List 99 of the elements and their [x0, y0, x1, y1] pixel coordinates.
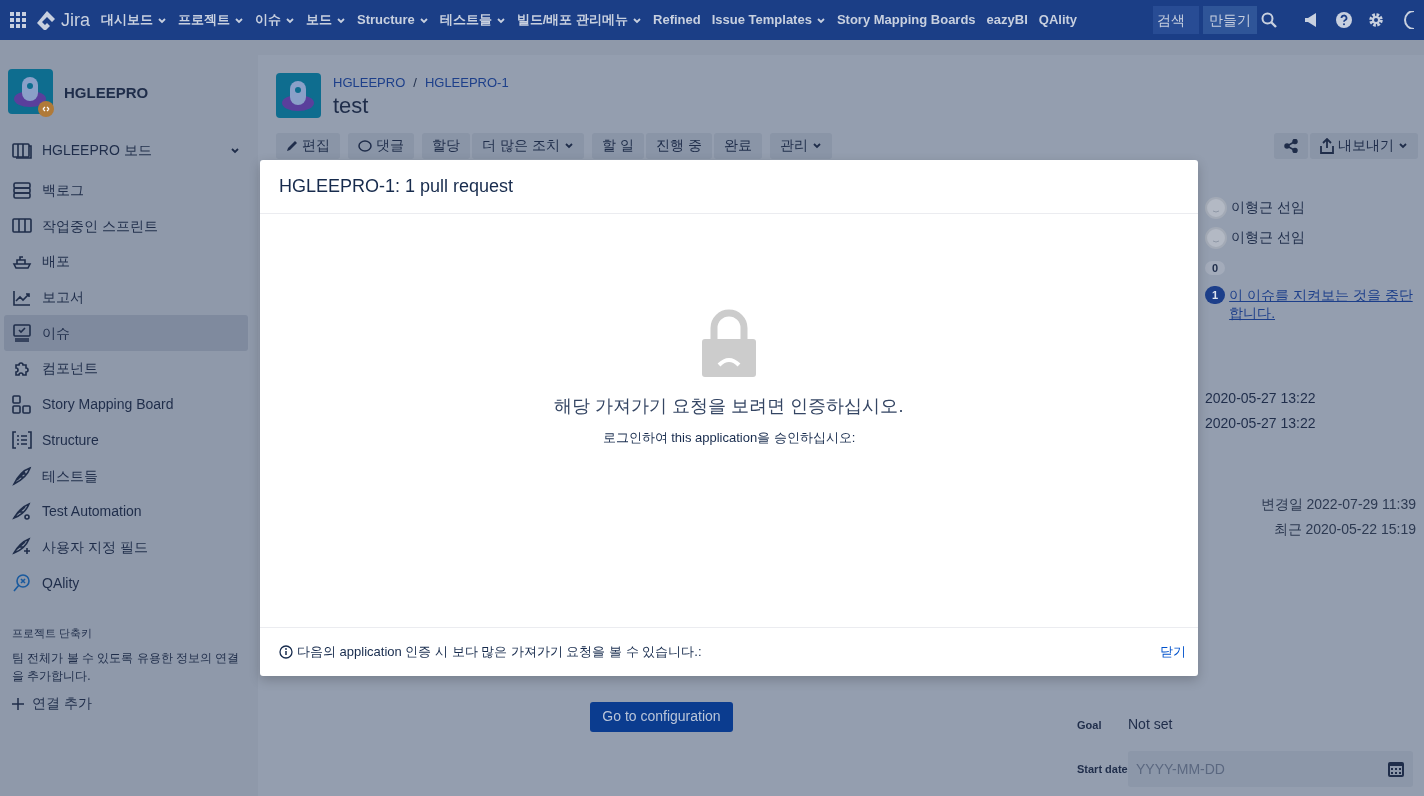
nav-menu-item[interactable]: 보드: [306, 10, 346, 30]
list-icon: [12, 430, 32, 451]
caret-icon: [234, 15, 244, 25]
modal-title: HGLEEPRO-1: 1 pull request: [260, 160, 1198, 214]
toolbar-button[interactable]: 할당: [422, 132, 470, 159]
toolbar-button[interactable]: 더 많은 조치: [472, 132, 584, 159]
modal-footer-text: 다음의 application 인증 시 보다 많은 가져가기 요청을 볼 수 있습니다.:: [297, 643, 702, 662]
caret-icon: [495, 15, 506, 25]
sidebar-item[interactable]: 보고서: [4, 279, 248, 316]
lock-icon: [702, 309, 756, 377]
date-value: 2020-05-27 13:22: [1205, 414, 1317, 434]
nav-menu-item[interactable]: Structure: [357, 10, 429, 30]
watch-link[interactable]: 이 이슈를 지켜보는 것을 중단합니다.: [1229, 285, 1416, 323]
toolbar-button[interactable]: 할 일: [591, 132, 644, 159]
share-button[interactable]: [1274, 132, 1308, 159]
configuration-button[interactable]: Go to configuration: [590, 701, 733, 732]
toolbar-button[interactable]: 편집: [276, 132, 340, 159]
caret-icon: [157, 15, 167, 25]
watcher-count: 1: [1205, 285, 1226, 305]
field-label: Start date: [1077, 762, 1128, 777]
shortcuts-heading: 프로젝트 단축키: [11, 625, 94, 641]
caret-icon: [285, 15, 295, 25]
sidebar-item[interactable]: 테스트들: [4, 458, 248, 494]
nav-menu-item[interactable]: 프로젝트: [178, 10, 244, 30]
breadcrumb-link[interactable]: HGLEEPRO-1: [424, 73, 509, 93]
sidebar-item[interactable]: QAlity: [4, 565, 248, 601]
nav-menu-item[interactable]: Story Mapping Boards: [836, 10, 976, 30]
comment-icon: [358, 139, 372, 152]
modal-message: 해당 가져가기 요청을 보려면 인증하십시오.: [554, 395, 904, 418]
nav-menu-item[interactable]: QAlity: [1038, 10, 1078, 30]
sidebar-item[interactable]: 작업중인 스프린트: [4, 208, 248, 245]
nav-menu-item[interactable]: Refined: [653, 10, 701, 30]
recent-date: 최근 2020-05-22 15:19: [1272, 520, 1416, 540]
caret-icon: [815, 15, 826, 25]
board-icon: [12, 140, 32, 161]
monitor-icon: [12, 323, 32, 344]
magnifier-icon: [12, 573, 32, 594]
caret-icon: [563, 141, 574, 151]
updated-date: 변경일 2022-07-29 11:39: [1259, 495, 1416, 515]
caret-icon: [1398, 141, 1408, 151]
project-name: HGLEEPRO: [64, 82, 149, 103]
breadcrumb-separator: /: [413, 74, 417, 92]
caret-icon: [418, 15, 429, 25]
breadcrumb-link[interactable]: HGLEEPRO: [333, 73, 406, 93]
shortcuts-description: 팀 전체가 볼 수 있도록 유용한 정보의 연결을 추가합니다.: [11, 650, 241, 686]
nav-menu-item[interactable]: Issue Templates: [711, 10, 826, 30]
modal-instruction: 로그인하여 this application을 승인하십시오:: [602, 429, 856, 447]
sidebar-item[interactable]: Structure: [4, 422, 248, 459]
close-link[interactable]: 닫기: [1160, 642, 1186, 662]
project-avatar-icon: [8, 69, 56, 117]
issue-title: test: [333, 92, 370, 119]
board-name[interactable]: HGLEEPRO 보드: [42, 140, 152, 162]
sidebar-item[interactable]: Test Automation: [4, 493, 248, 530]
add-link[interactable]: 연결 추가: [4, 693, 248, 715]
nav-menu-item[interactable]: 테스트들: [439, 10, 506, 30]
toolbar-button[interactable]: 진행 중: [645, 132, 712, 159]
share-icon: [1284, 138, 1298, 153]
search-icon[interactable]: [1261, 12, 1277, 28]
upload-icon: [1320, 137, 1334, 154]
plus-icon: [12, 697, 24, 710]
export-button[interactable]: 내보내기: [1310, 132, 1418, 159]
nav-menu-item[interactable]: 이슈: [255, 10, 295, 30]
nav-menu-item[interactable]: eazyBI: [986, 10, 1028, 30]
search-field[interactable]: 검색: [1153, 6, 1199, 34]
vote-count: 0: [1205, 260, 1226, 275]
feather-icon: [12, 501, 32, 522]
field-value: Not set: [1128, 715, 1173, 735]
sidebar-item[interactable]: Story Mapping Board: [4, 386, 248, 423]
sidebar-item[interactable]: 이슈: [4, 315, 248, 352]
settings-icon[interactable]: [1368, 12, 1384, 28]
toolbar-button[interactable]: 관리: [769, 132, 832, 159]
calendar-icon[interactable]: [1387, 760, 1405, 779]
info-icon: [279, 645, 293, 659]
field-label: Goal: [1077, 717, 1103, 733]
backlog-icon: [12, 180, 32, 201]
sidebar-item[interactable]: 컴포넌트: [4, 351, 248, 387]
logo-text[interactable]: Jira: [61, 6, 90, 34]
nav-menu-item[interactable]: 빌드/배포 관리메뉴: [516, 10, 643, 30]
logo-icon: [37, 10, 57, 30]
project-avatar-icon: [276, 73, 321, 119]
sidebar-item[interactable]: 사용자 지정 필드: [4, 529, 248, 566]
toolbar-button[interactable]: 완료: [713, 132, 762, 159]
caret-icon: [811, 141, 822, 151]
app-grid-icon[interactable]: [10, 12, 26, 28]
caret-icon: [336, 15, 346, 25]
help-icon[interactable]: [1336, 12, 1352, 28]
person-name: 이형근 선임: [1231, 198, 1305, 218]
sidebar-item[interactable]: 배포: [4, 244, 248, 280]
grid-icon: [12, 394, 32, 415]
feather-icon: [12, 466, 32, 487]
sidebar-item[interactable]: 백로그: [4, 172, 248, 209]
caret-icon[interactable]: [230, 146, 240, 156]
pencil-icon: [286, 139, 298, 152]
date-value: 2020-05-27 13:22: [1205, 389, 1317, 409]
person-name: 이형근 선임: [1231, 228, 1305, 248]
nav-menu-item[interactable]: 대시보드: [101, 10, 167, 30]
create-button[interactable]: 만들기: [1203, 6, 1257, 34]
caret-icon: [632, 15, 643, 25]
toolbar-button[interactable]: 댓글: [348, 132, 414, 159]
